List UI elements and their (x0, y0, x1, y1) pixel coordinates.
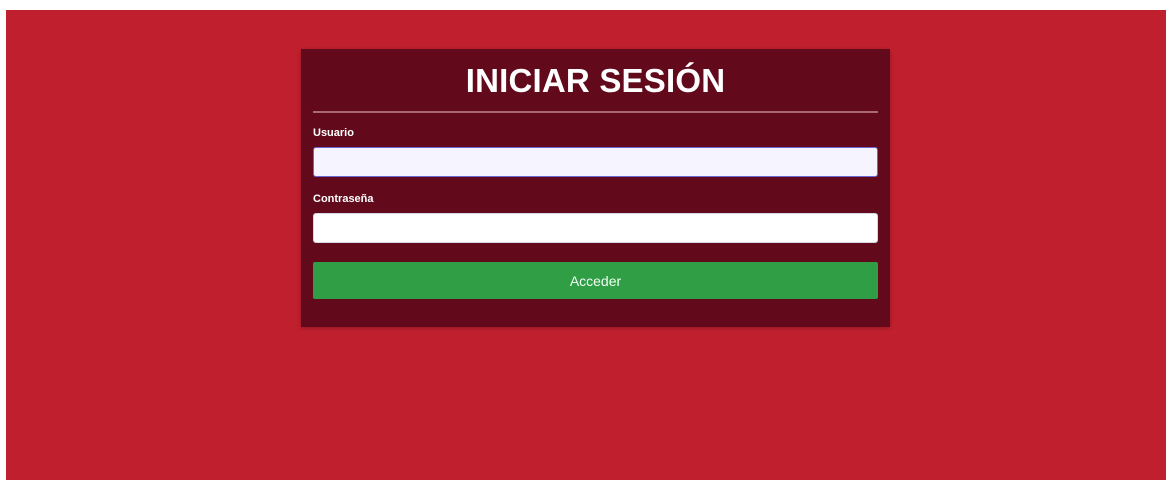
login-card: INICIAR SESIÓN Usuario Contraseña Accede… (301, 49, 890, 327)
login-title: INICIAR SESIÓN (465, 62, 726, 99)
password-input[interactable] (313, 213, 878, 243)
title-divider (313, 111, 878, 113)
username-input[interactable] (313, 147, 878, 177)
password-label: Contraseña (313, 193, 374, 205)
username-label: Usuario (313, 127, 354, 139)
page-background: INICIAR SESIÓN Usuario Contraseña Accede… (6, 10, 1166, 480)
submit-button[interactable]: Acceder (313, 262, 878, 299)
